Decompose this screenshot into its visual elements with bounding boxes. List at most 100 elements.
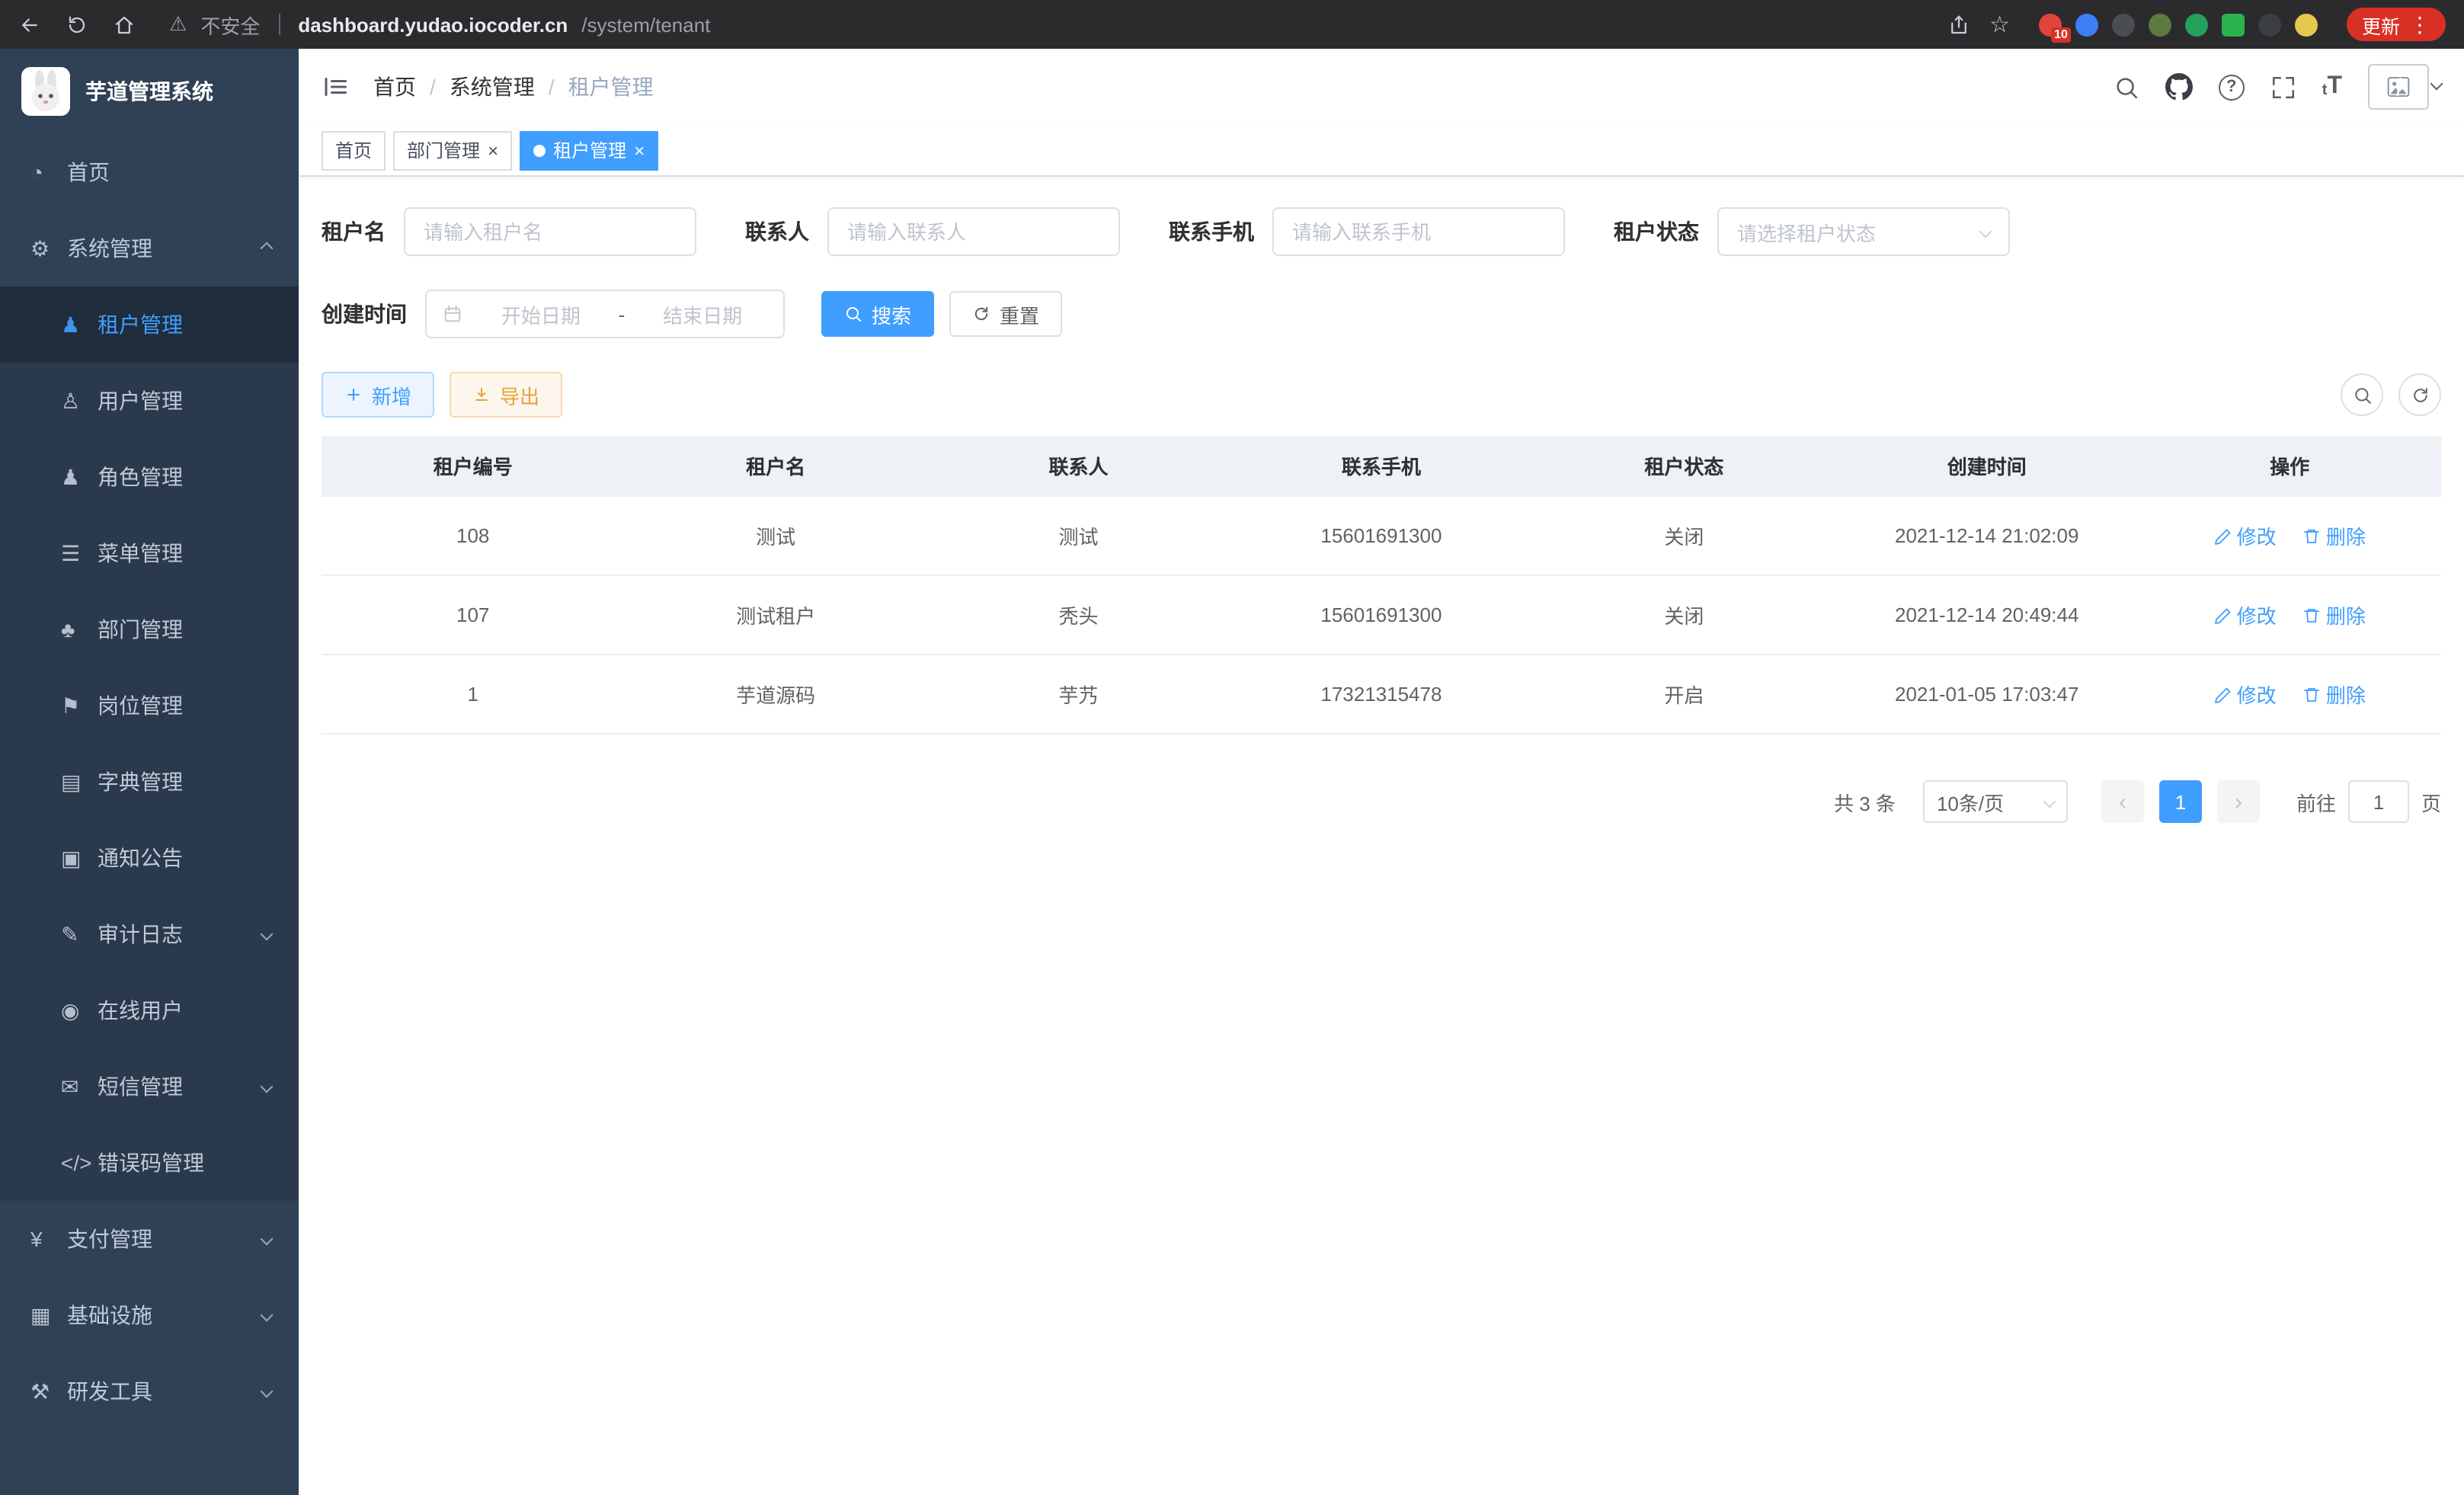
- edit-button[interactable]: 修改: [2214, 680, 2277, 709]
- sidebar-menu-item[interactable]: ◔ 首页: [0, 134, 299, 210]
- reset-button[interactable]: 重置: [949, 291, 1062, 337]
- create-time-range-picker[interactable]: 开始日期 - 结束日期: [425, 290, 785, 338]
- page-size-select[interactable]: 10条/页: [1923, 780, 2068, 823]
- cell-tenant-name: 测试: [624, 496, 926, 575]
- prev-page-button[interactable]: ‹: [2101, 780, 2144, 823]
- sidebar-item-label: 字典管理: [98, 767, 183, 797]
- warning-icon: ⚠: [169, 12, 187, 37]
- chevron-icon: [261, 1233, 274, 1246]
- trash-icon: [2303, 606, 2322, 624]
- calendar-icon: [442, 303, 463, 325]
- export-button[interactable]: 导出: [450, 372, 562, 418]
- view-tab[interactable]: 部门管理 ×: [393, 130, 512, 170]
- extension-icon[interactable]: [2222, 13, 2245, 36]
- filter-row-2: 创建时间 开始日期 - 结束日期 搜索 重置: [322, 290, 2441, 338]
- cell-phone: 15601691300: [1230, 575, 1532, 655]
- update-button[interactable]: 更新 ⋮: [2347, 8, 2446, 41]
- add-button[interactable]: 新增: [322, 372, 434, 418]
- search-icon[interactable]: [2114, 74, 2139, 100]
- view-tab[interactable]: 租户管理 ×: [520, 130, 658, 170]
- sidebar-menu-item[interactable]: ⚑ 岗位管理: [0, 667, 299, 744]
- sidebar-item-label: 错误码管理: [98, 1148, 204, 1178]
- help-icon[interactable]: ?: [2219, 74, 2245, 100]
- cell-actions: 修改 删除: [2138, 575, 2441, 655]
- cell-created: 2021-12-14 21:02:09: [1835, 496, 2138, 575]
- tenant-table: 租户编号租户名联系人联系手机租户状态创建时间操作 108 测试 测试 15601…: [322, 436, 2441, 735]
- cell-status: 开启: [1533, 655, 1835, 734]
- next-page-button[interactable]: ›: [2217, 780, 2260, 823]
- status-select[interactable]: 请选择租户状态: [1717, 207, 2010, 256]
- sidebar-menu-item[interactable]: ▤ 字典管理: [0, 744, 299, 820]
- app-logo-row[interactable]: 芋道管理系统: [0, 49, 299, 134]
- goto-page-input[interactable]: [2348, 780, 2409, 823]
- breadcrumb-item[interactable]: 首页: [373, 72, 416, 102]
- sidebar-menu-item[interactable]: ♙ 用户管理: [0, 363, 299, 439]
- sidebar-menu-item[interactable]: ✉ 短信管理: [0, 1048, 299, 1125]
- table-row: 1 芋道源码 芋艿 17321315478 开启 2021-01-05 17:0…: [322, 655, 2441, 734]
- sidebar-menu-item[interactable]: ⚒ 研发工具: [0, 1353, 299, 1429]
- toggle-search-button[interactable]: [2341, 373, 2383, 416]
- sidebar-menu-item[interactable]: ♣ 部门管理: [0, 591, 299, 667]
- share-icon[interactable]: [1947, 13, 1970, 36]
- extension-icon[interactable]: [2258, 13, 2281, 36]
- extension-icon[interactable]: [2075, 13, 2098, 36]
- sidebar: 芋道管理系统 ◔ 首页 ⚙ 系统管理: [0, 49, 299, 1495]
- contact-input[interactable]: [827, 207, 1120, 256]
- extension-icon[interactable]: [2185, 13, 2208, 36]
- delete-button[interactable]: 删除: [2303, 680, 2366, 709]
- pagination-total: 共 3 条: [1834, 787, 1896, 816]
- delete-button[interactable]: 删除: [2303, 521, 2366, 550]
- sidebar-menu-item[interactable]: ⚙ 系统管理: [0, 210, 299, 287]
- extension-icon[interactable]: [2112, 13, 2135, 36]
- reload-icon[interactable]: [66, 13, 88, 36]
- filter-row-1: 租户名 联系人 联系手机 租户状态 请选择租户状态: [322, 207, 2441, 256]
- sidebar-menu-item[interactable]: ✎ 审计日志: [0, 896, 299, 972]
- fullscreen-icon[interactable]: [2270, 74, 2296, 100]
- refresh-table-button[interactable]: [2398, 373, 2441, 416]
- github-icon[interactable]: [2165, 73, 2193, 101]
- edit-button[interactable]: 修改: [2214, 600, 2277, 629]
- table-row: 108 测试 测试 15601691300 关闭 2021-12-14 21:0…: [322, 496, 2441, 575]
- sidebar-menu-item[interactable]: ♟ 角色管理: [0, 439, 299, 515]
- phone-input[interactable]: [1272, 207, 1565, 256]
- collapse-sidebar-icon[interactable]: [322, 73, 349, 101]
- home-icon: ◔: [30, 160, 67, 184]
- extension-icon[interactable]: [2295, 13, 2318, 36]
- contact-label: 联系人: [745, 216, 809, 247]
- logo-rabbit-icon: [21, 67, 70, 116]
- sidebar-menu-item[interactable]: </> 错误码管理: [0, 1125, 299, 1201]
- sidebar-menu-item[interactable]: ☰ 菜单管理: [0, 515, 299, 591]
- refresh-icon: [972, 305, 990, 323]
- breadcrumb-item[interactable]: 租户管理: [568, 72, 654, 102]
- goto-suffix: 页: [2421, 787, 2441, 816]
- sidebar-menu-item[interactable]: ◉ 在线用户: [0, 972, 299, 1048]
- app-title: 芋道管理系统: [85, 76, 213, 107]
- font-size-icon[interactable]: tT: [2322, 75, 2342, 99]
- online-icon: ◉: [61, 997, 98, 1023]
- cell-actions: 修改 删除: [2138, 655, 2441, 734]
- view-tab[interactable]: 首页: [322, 130, 386, 170]
- bookmark-star-icon[interactable]: ☆: [1989, 11, 2010, 38]
- extension-icon[interactable]: [2149, 13, 2171, 36]
- edit-button[interactable]: 修改: [2214, 521, 2277, 550]
- sidebar-menu-item[interactable]: ♟ 租户管理: [0, 287, 299, 363]
- avatar-caret-icon[interactable]: [2430, 78, 2443, 91]
- sidebar-menu-item[interactable]: ▦ 基础设施: [0, 1277, 299, 1353]
- search-button[interactable]: 搜索: [821, 291, 934, 337]
- sidebar-menu-item[interactable]: ¥ 支付管理: [0, 1201, 299, 1277]
- page-number-1[interactable]: 1: [2159, 780, 2202, 823]
- tab-close-icon[interactable]: ×: [634, 141, 645, 159]
- extension-icon[interactable]: 10: [2039, 13, 2062, 36]
- breadcrumb-item[interactable]: 系统管理: [450, 72, 535, 102]
- tab-close-icon[interactable]: ×: [488, 141, 498, 159]
- tenant-name-input[interactable]: [404, 207, 696, 256]
- chevron-down-icon: [2043, 796, 2056, 808]
- address-bar[interactable]: ⚠ 不安全 dashboard.yudao.iocoder.cn/system/…: [169, 10, 710, 39]
- sidebar-menu-item[interactable]: ▣ 通知公告: [0, 820, 299, 896]
- browser-menu-icon[interactable]: ⋮: [2409, 11, 2430, 37]
- back-icon[interactable]: [18, 13, 41, 36]
- avatar[interactable]: [2368, 64, 2429, 110]
- search-icon: [2352, 385, 2372, 405]
- delete-button[interactable]: 删除: [2303, 600, 2366, 629]
- home-icon[interactable]: [113, 13, 136, 36]
